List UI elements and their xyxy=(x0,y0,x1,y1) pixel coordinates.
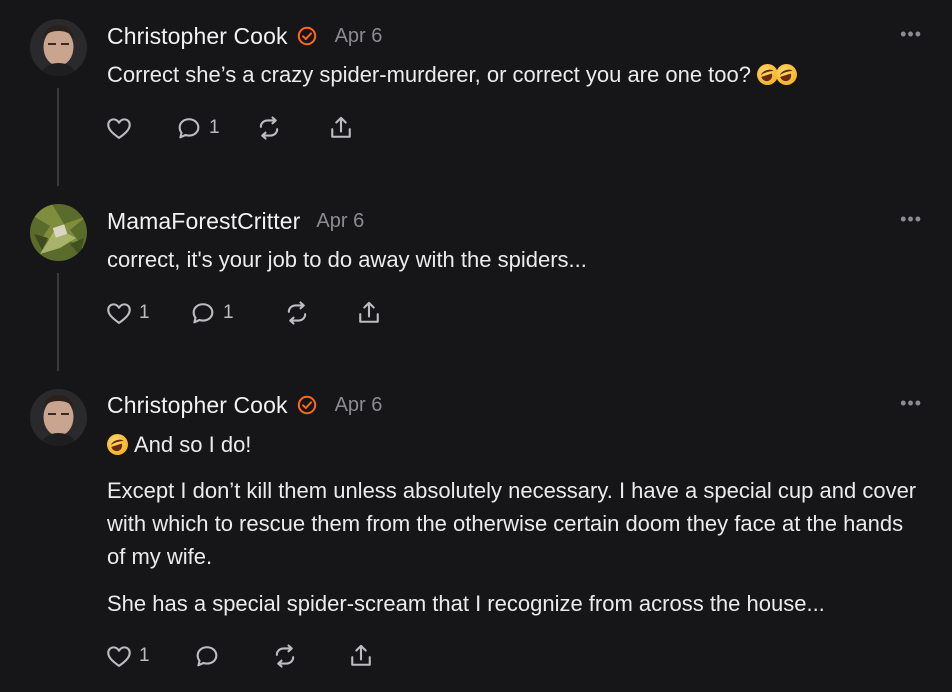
heart-icon xyxy=(107,118,131,139)
avatar[interactable] xyxy=(30,204,87,261)
like-button[interactable]: 1 xyxy=(105,642,175,670)
avatar-photo xyxy=(30,19,87,76)
reply-count: 1 xyxy=(209,117,220,138)
restack-arrows-icon xyxy=(287,301,307,325)
comment-body: And so I do! Except I don’t kill them un… xyxy=(107,428,922,620)
comment-actions: 1 1 xyxy=(105,297,383,329)
reply-button[interactable] xyxy=(193,642,271,670)
thread-line xyxy=(57,273,59,371)
avatar[interactable] xyxy=(30,389,87,446)
comment-paragraph: Correct she’s a crazy spider-murderer, o… xyxy=(107,62,751,87)
comment-body: correct, it's your job to do away with t… xyxy=(107,243,922,276)
comment-header: Christopher Cook Apr 6 xyxy=(107,21,382,51)
comment-actions: 1 xyxy=(105,640,375,672)
comment-bubble-icon xyxy=(196,646,218,667)
restack-button[interactable] xyxy=(255,114,325,142)
more-options-icon[interactable]: ••• xyxy=(900,393,922,414)
like-button[interactable] xyxy=(105,114,151,142)
restack-button[interactable] xyxy=(283,299,355,327)
comment-body: Correct she’s a crazy spider-murderer, o… xyxy=(107,58,922,91)
share-button[interactable] xyxy=(347,642,375,670)
avatar-photo xyxy=(30,389,87,446)
rolling-on-floor-laughing-emoji xyxy=(107,434,128,455)
rolling-on-floor-laughing-emoji xyxy=(776,64,798,85)
share-button[interactable] xyxy=(355,299,383,327)
comment-header: Christopher Cook Apr 6 xyxy=(107,390,382,420)
restack-arrows-icon xyxy=(259,116,279,140)
share-upload-icon xyxy=(351,644,371,666)
like-button[interactable]: 1 xyxy=(105,299,175,327)
verified-check-badge-icon xyxy=(297,395,316,415)
restack-arrows-icon xyxy=(275,644,295,668)
comment-date[interactable]: Apr 6 xyxy=(335,25,383,48)
reply-button[interactable]: 1 xyxy=(175,114,245,142)
avatar[interactable] xyxy=(30,19,87,76)
more-options-icon[interactable]: ••• xyxy=(900,24,922,45)
comment-date[interactable]: Apr 6 xyxy=(316,210,364,233)
share-upload-icon xyxy=(359,301,379,323)
author-name[interactable]: Christopher Cook xyxy=(107,392,288,419)
comment-paragraph: And so I do! xyxy=(107,428,922,461)
heart-icon xyxy=(107,303,131,324)
reply-count: 1 xyxy=(223,302,234,323)
comment-bubble-icon xyxy=(178,118,200,139)
heart-icon xyxy=(107,646,131,667)
comment-paragraph: correct, it's your job to do away with t… xyxy=(107,247,587,272)
reply-button[interactable]: 1 xyxy=(189,299,271,327)
author-name[interactable]: Christopher Cook xyxy=(107,23,288,50)
author-name[interactable]: MamaForestCritter xyxy=(107,208,300,235)
like-count: 1 xyxy=(139,645,150,666)
comment-paragraph-text: And so I do! xyxy=(134,432,252,457)
comment-bubble-icon xyxy=(192,303,214,324)
like-count: 1 xyxy=(139,302,150,323)
verified-check-badge-icon xyxy=(297,26,316,46)
share-button[interactable] xyxy=(327,114,355,142)
comment-header: MamaForestCritter Apr 6 xyxy=(107,206,364,236)
avatar-photo xyxy=(30,204,87,261)
comment-paragraph: Except I don’t kill them unless absolute… xyxy=(107,478,917,569)
more-options-icon[interactable]: ••• xyxy=(900,209,922,230)
comment-paragraph: She has a special spider-scream that I r… xyxy=(107,591,825,616)
comment-date[interactable]: Apr 6 xyxy=(335,394,383,417)
thread-line xyxy=(57,88,59,186)
rolling-on-floor-laughing-emoji xyxy=(757,64,779,85)
comment-actions: 1 xyxy=(105,112,355,144)
share-upload-icon xyxy=(331,116,351,138)
restack-button[interactable] xyxy=(271,642,345,670)
